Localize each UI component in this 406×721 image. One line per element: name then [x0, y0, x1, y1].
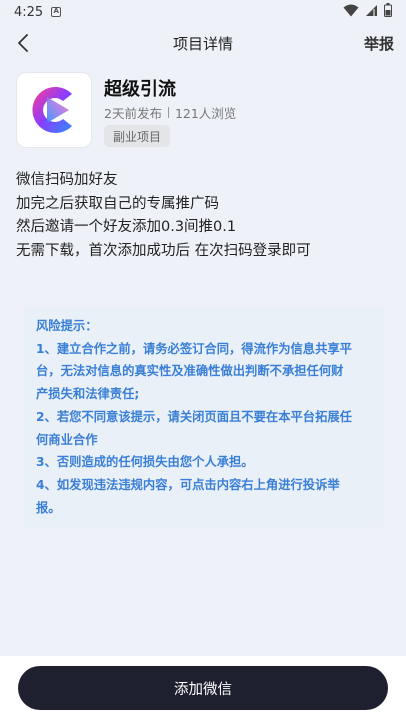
report-button[interactable]: 举报	[364, 33, 394, 54]
meta-divider	[167, 107, 169, 118]
project-header: 超级引流 2天前发布 121人浏览 副业项目	[16, 72, 390, 150]
description-line: 无需下载，首次添加成功后 在次扫码登录即可	[16, 242, 311, 259]
back-button[interactable]	[12, 32, 34, 54]
risk-line: 1、建立合作之前，请务必签订合同，得流作为信息共享平	[36, 341, 352, 356]
status-right	[343, 3, 392, 21]
bottom-action-bar: 添加微信	[0, 656, 406, 721]
play-c-logo	[32, 87, 72, 133]
risk-line: 3、否则造成的任何损失由您个人承担。	[36, 455, 254, 470]
category-tag: 副业项目	[104, 125, 171, 147]
risk-line: 4、如发现违法违规内容，可点击内容右上角进行投诉举	[36, 477, 340, 492]
description-line: 然后邀请一个好友添加0.3间推0.1	[16, 219, 237, 235]
risk-line: 何商业合作	[36, 432, 98, 447]
signal-icon	[365, 4, 378, 21]
published-time: 2天前发布	[104, 106, 162, 121]
description-line: 加完之后获取自己的专属推广码	[16, 195, 219, 212]
risk-line: 2、若您不同意该提示，请关闭页面且不要在本平台拓展任	[36, 409, 352, 424]
wifi-icon	[343, 4, 359, 21]
status-time: 4:25	[14, 4, 44, 20]
chevron-left-icon	[18, 34, 28, 52]
risk-title: 风险提示：	[36, 319, 98, 333]
project-description: 微信扫码加好友 加完之后获取自己的专属推广码 然后邀请一个好友添加0.3间推0.…	[16, 169, 390, 263]
project-name: 超级引流	[104, 79, 176, 100]
notification-icon: A	[51, 7, 62, 17]
risk-line: 台，无法对信息的真实性及准确性做出判断不承担任何财	[36, 364, 344, 379]
status-left: 4:25 A	[14, 4, 62, 20]
add-wechat-button[interactable]: 添加微信	[18, 666, 388, 710]
battery-icon	[384, 3, 392, 21]
risk-notice: 风险提示： 1、建立合作之前，请务必签订合同，得流作为信息共享平 台，无法对信息…	[24, 306, 384, 528]
view-count: 121人浏览	[174, 106, 237, 121]
project-meta: 2天前发布 121人浏览	[104, 103, 236, 122]
description-line: 微信扫码加好友	[16, 172, 118, 188]
risk-line: 产损失和法律责任;	[36, 387, 140, 402]
page-title: 项目详情	[172, 34, 233, 53]
risk-line: 报。	[36, 500, 61, 515]
app-logo	[16, 72, 92, 148]
status-bar: 4:25 A	[0, 0, 406, 24]
nav-bar: 项目详情 举报	[0, 24, 406, 62]
